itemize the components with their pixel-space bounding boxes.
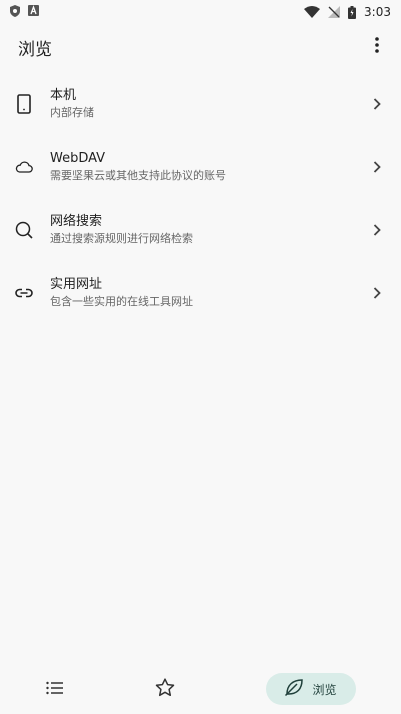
list-item-useful-urls[interactable]: 实用网址 包含一些实用的在线工具网址 <box>0 261 401 324</box>
list-item-local[interactable]: 本机 内部存储 <box>0 72 401 135</box>
chevron-right-icon <box>367 94 387 114</box>
list-item-title: WebDAV <box>50 151 106 166</box>
list-icon <box>45 680 64 699</box>
status-right: 3:03 <box>304 5 391 19</box>
link-icon <box>12 281 36 305</box>
shield-icon <box>10 4 20 20</box>
phone-icon <box>12 92 36 116</box>
status-left <box>10 4 39 20</box>
more-menu-button[interactable] <box>363 33 391 61</box>
more-vert-icon <box>375 37 379 57</box>
list-item-subtitle: 需要坚果云或其他支持此协议的账号 <box>50 169 226 182</box>
wifi-icon <box>304 6 321 18</box>
browse-list: 本机 内部存储 WebDAV 需要坚果云或其他支持此协议的账号 网络搜索 通过搜… <box>0 72 401 324</box>
leaf-icon <box>284 677 304 701</box>
list-item-title: 本机 <box>50 88 77 103</box>
list-item-subtitle: 包含一些实用的在线工具网址 <box>50 295 193 308</box>
nav-bookshelf[interactable] <box>45 680 64 699</box>
bottom-navigation: 浏览 <box>0 664 401 714</box>
chevron-right-icon <box>367 220 387 240</box>
list-item-text: 本机 内部存储 <box>50 87 367 120</box>
nav-favorites[interactable] <box>155 677 175 701</box>
nav-browse-label: 浏览 <box>312 682 337 697</box>
list-item-web-search[interactable]: 网络搜索 通过搜索源规则进行网络检索 <box>0 198 401 261</box>
nav-browse[interactable]: 浏览 <box>265 673 356 705</box>
list-item-title: 实用网址 <box>50 277 103 292</box>
battery-icon <box>348 5 357 19</box>
chevron-right-icon <box>367 283 387 303</box>
list-item-subtitle: 通过搜索源规则进行网络检索 <box>50 232 193 245</box>
status-time: 3:03 <box>364 5 391 19</box>
cloud-icon <box>12 155 36 179</box>
list-item-text: WebDAV 需要坚果云或其他支持此协议的账号 <box>50 150 367 183</box>
status-bar: 3:03 <box>0 0 401 24</box>
search-icon <box>12 218 36 242</box>
a-icon <box>28 5 39 19</box>
app-bar: 浏览 <box>0 24 401 70</box>
list-item-title: 网络搜索 <box>50 214 103 229</box>
list-item-webdav[interactable]: WebDAV 需要坚果云或其他支持此协议的账号 <box>0 135 401 198</box>
list-item-text: 网络搜索 通过搜索源规则进行网络检索 <box>50 213 367 246</box>
list-item-text: 实用网址 包含一些实用的在线工具网址 <box>50 276 367 309</box>
no-signal-icon <box>328 6 341 18</box>
star-icon <box>155 677 175 701</box>
chevron-right-icon <box>367 157 387 177</box>
list-item-subtitle: 内部存储 <box>50 106 94 119</box>
page-title: 浏览 <box>18 39 52 60</box>
